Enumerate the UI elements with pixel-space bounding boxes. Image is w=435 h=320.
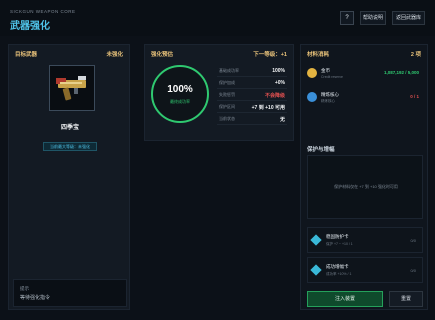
reset-button[interactable]: 重置 [389,291,423,307]
protect-text: 保护材料仅在 +7 到 +10 强化时可用 [334,184,398,189]
next-level: 下一等级：+1 [253,52,287,58]
success-rate-value: 100% [167,84,193,95]
coin-icon [307,68,317,78]
material-value: 1,087,192 / 5,000 [383,70,419,75]
hint-label: 提示 [20,286,29,291]
material-name: 金币 [321,68,330,73]
stat-key: 当前状态 [219,116,235,121]
target-weapon-panel: 目标武器 未强化 四季宝 当前最大等级：未强化 提示 等待强化指令 [8,44,130,310]
stat-row: 当前状态 无 [217,113,287,125]
stat-key: 基础成功率 [219,68,239,73]
protect-title: 保护与增幅 [307,147,335,153]
system-subtitle: SICKGUN WEAPON CORE [10,9,76,14]
protect-item-name: 成功增幅卡 [326,264,349,269]
stat-value: 不会降级 [264,93,285,99]
shield-gem-icon [310,234,322,246]
stat-value: +7 到 +10 可用 [251,105,285,111]
protect-item-count: 0/0 [410,268,416,273]
protect-box: 保护材料仅在 +7 到 +10 强化时可用 [307,155,423,219]
stat-value: 无 [279,117,285,123]
material-sub: 精炼核心 [321,99,335,103]
max-level-tag: 当前最大等级：未强化 [43,142,97,151]
material-row: 金币 Credit reserve 1,087,192 / 5,000 [307,65,423,85]
materials-count: 2 项 [410,52,421,58]
stat-row: 保护区间 +7 到 +10 可用 [217,101,287,113]
stat-value: 100% [272,68,285,74]
success-rate-ring: 100% 最终成功率 [151,65,209,123]
top-bar: SICKGUN WEAPON CORE 武器强化 ? 帮助说明 返回武器库 [0,0,435,36]
material-sub: Credit reserve [321,75,343,79]
boost-gem-icon [310,264,322,276]
help-guide-button[interactable]: 帮助说明 [360,11,386,25]
help-button[interactable]: ? [340,11,354,25]
stat-key: 保护加成 [219,80,235,85]
protect-item-count: 0/0 [410,238,416,243]
forecast-panel: 强化预估 下一等级：+1 100% 最终成功率 基础成功率 100% 保护加成 … [144,44,294,141]
stat-row: 基础成功率 100% [217,65,287,77]
panel-title: 材料消耗 [307,52,330,58]
protect-item-name: 稳固防护卡 [326,234,349,239]
page-title: 武器强化 [10,21,50,32]
stat-row: 保护加成 +0% [217,77,287,89]
back-to-armory-button[interactable]: 返回武器库 [392,11,425,25]
inject-button[interactable]: 注入装置 [307,291,383,307]
protect-item-sub: 成功率 +10% / 1 [326,272,352,276]
material-value: 0 / 1 [410,94,419,99]
stat-key: 保护区间 [219,104,235,109]
protect-item[interactable]: 稳固防护卡 保护 +7 ~ +10 / 1 0/0 [307,227,423,253]
hint-text: 等待强化指令 [20,295,51,301]
weapon-status: 未强化 [106,52,123,58]
weapon-image-frame[interactable] [49,65,95,111]
success-rate-label: 最终成功率 [170,99,190,104]
core-icon [307,92,317,102]
material-name: 精炼核心 [321,92,339,97]
materials-panel: 材料消耗 2 项 金币 Credit reserve 1,087,192 / 5… [300,44,428,310]
protect-item-sub: 保护 +7 ~ +10 / 1 [326,242,353,246]
weapon-icon [56,76,86,101]
hint-box: 提示 等待强化指令 [13,279,127,307]
panel-title: 强化预估 [151,52,174,58]
panel-title: 目标武器 [15,52,38,58]
stat-key: 失败惩罚 [219,92,235,97]
stat-value: +0% [274,80,285,86]
stats-list: 基础成功率 100% 保护加成 +0% 失败惩罚 不会降级 保护区间 +7 到 … [217,65,287,125]
stat-row: 失败惩罚 不会降级 [217,89,287,101]
material-row: 精炼核心 精炼核心 0 / 1 [307,89,423,109]
weapon-name: 四季宝 [60,125,79,131]
protect-item[interactable]: 成功增幅卡 成功率 +10% / 1 0/0 [307,257,423,283]
